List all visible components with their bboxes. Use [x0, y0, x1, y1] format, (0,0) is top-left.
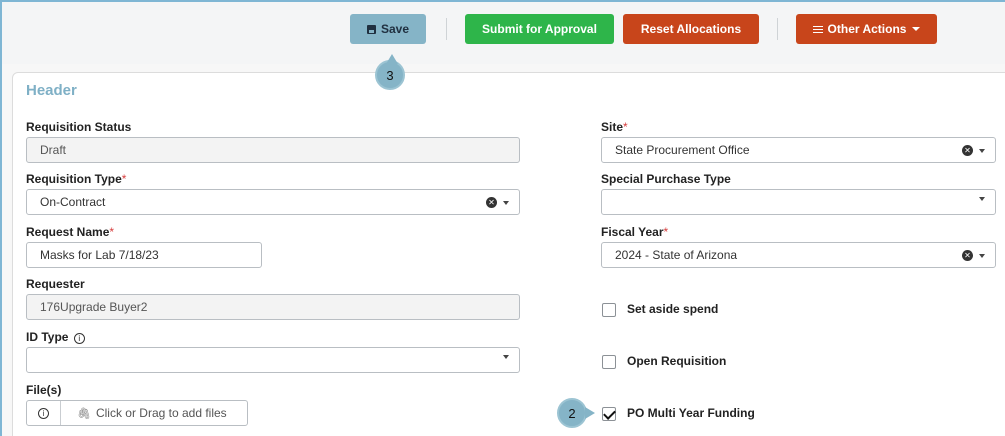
special-purchase-type-label: Special Purchase Type [601, 172, 731, 186]
clear-icon[interactable]: ✕ [486, 197, 497, 208]
requisition-status-value: Draft [40, 143, 67, 157]
chevron-down-icon [979, 148, 985, 153]
reset-button-label: Reset Allocations [640, 22, 742, 36]
po-multi-year-funding-label: PO Multi Year Funding [627, 406, 755, 420]
set-aside-spend-label: Set aside spend [627, 302, 719, 316]
floppy-disk-icon [366, 24, 376, 34]
chevron-down-icon [503, 355, 509, 359]
open-requisition-checkbox[interactable] [602, 355, 616, 369]
info-icon[interactable]: i [73, 333, 85, 344]
id-type-label: ID Type i [26, 330, 85, 344]
save-button[interactable]: Save [350, 14, 426, 44]
requisition-type-value: On-Contract [40, 195, 106, 209]
special-purchase-type-select[interactable] [601, 189, 996, 215]
menu-icon [812, 24, 823, 35]
set-aside-spend-checkbox[interactable] [602, 303, 616, 317]
file-upload-dropzone[interactable]: i 🖇 Click or Drag to add files [26, 400, 248, 426]
requisition-type-select[interactable]: On-Contract ✕ [26, 189, 520, 215]
request-name-label: Request Name* [26, 225, 115, 239]
requester-field: 176Upgrade Buyer2 [26, 294, 520, 320]
save-button-label: Save [380, 22, 410, 36]
fiscal-year-label: Fiscal Year* [601, 225, 669, 239]
po-multi-year-funding-checkbox[interactable] [602, 407, 616, 421]
open-requisition-label: Open Requisition [627, 354, 727, 368]
chevron-down-icon [912, 27, 921, 31]
toolbar-divider [446, 18, 447, 40]
panel-title: Header [26, 82, 77, 99]
id-type-select[interactable] [26, 347, 520, 373]
clear-icon[interactable]: ✕ [962, 250, 973, 261]
chevron-down-icon [979, 253, 985, 258]
step-callout-3: 3 [375, 54, 405, 90]
file-upload-placeholder: Click or Drag to add files [95, 406, 227, 420]
header-panel: Header Requisition Status Draft Requisit… [12, 72, 1005, 436]
action-toolbar: Save Submit for Approval Reset Allocatio… [2, 2, 1005, 64]
site-label: Site* [601, 120, 628, 134]
other-actions-label: Other Actions [827, 22, 907, 36]
file-info-button[interactable]: i [27, 401, 61, 425]
fiscal-year-value: 2024 - State of Arizona [615, 248, 738, 262]
reset-allocations-button[interactable]: Reset Allocations [623, 14, 759, 44]
chevron-down-icon [503, 200, 509, 205]
toolbar-divider [777, 18, 778, 40]
clear-icon[interactable]: ✕ [962, 145, 973, 156]
fiscal-year-select[interactable]: 2024 - State of Arizona ✕ [601, 242, 996, 268]
requester-label: Requester [26, 277, 85, 291]
requisition-status-field: Draft [26, 137, 520, 163]
submit-button-label: Submit for Approval [482, 22, 597, 36]
chevron-down-icon [979, 197, 985, 201]
request-name-input[interactable]: Masks for Lab 7/18/23 [26, 242, 262, 268]
site-value: State Procurement Office [615, 143, 750, 157]
files-label: File(s) [26, 383, 62, 397]
request-name-value: Masks for Lab 7/18/23 [40, 248, 159, 262]
requisition-status-label: Requisition Status [26, 120, 132, 134]
requisition-type-label: Requisition Type* [26, 172, 127, 186]
submit-for-approval-button[interactable]: Submit for Approval [465, 14, 614, 44]
site-select[interactable]: State Procurement Office ✕ [601, 137, 996, 163]
app-frame: Save Submit for Approval Reset Allocatio… [0, 0, 1005, 436]
step-callout-2: 2 [557, 398, 595, 428]
info-icon: i [38, 407, 49, 419]
paperclip-icon: 🖇 [77, 407, 91, 420]
requester-value: 176Upgrade Buyer2 [40, 300, 148, 314]
other-actions-dropdown[interactable]: Other Actions [796, 14, 937, 44]
